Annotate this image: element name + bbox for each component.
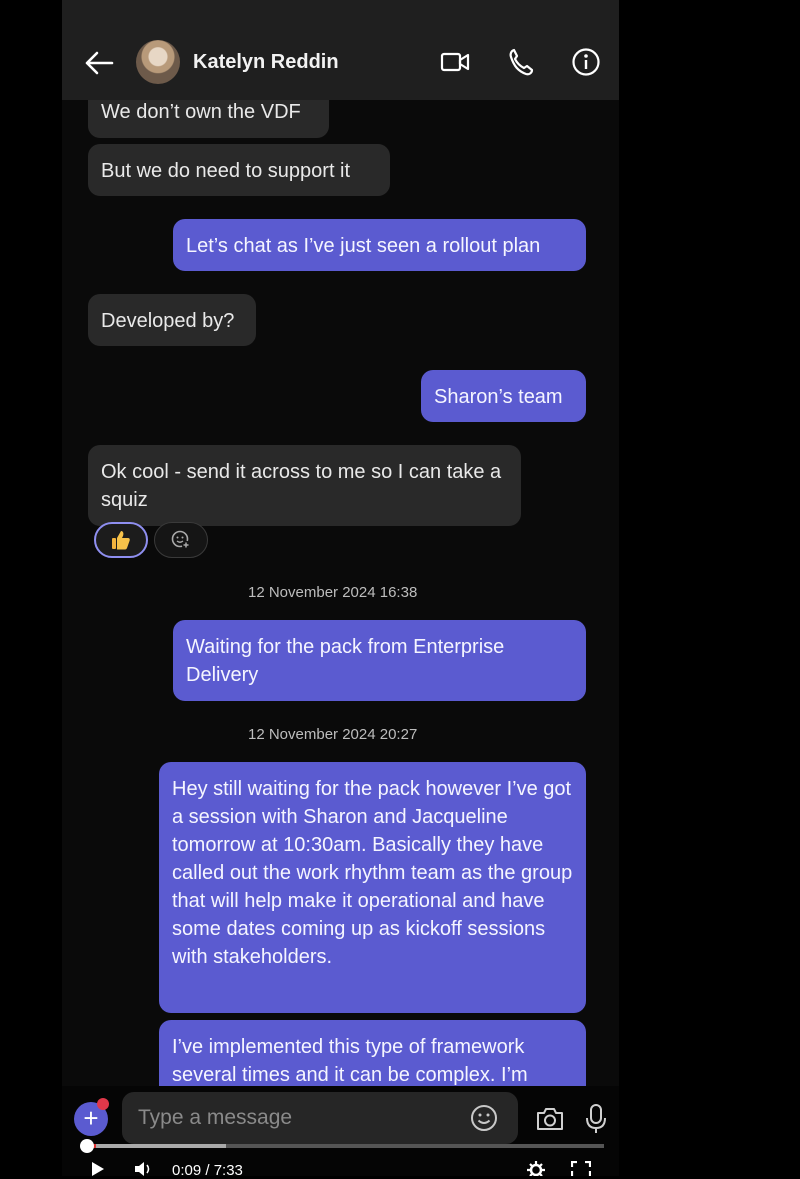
volume-icon[interactable] [134, 1162, 154, 1176]
message-text: We don’t own the VDF [101, 101, 301, 123]
message-text: Hey still waiting for the pack however I… [172, 778, 573, 968]
message-bubble-outgoing[interactable]: Hey still waiting for the pack however I… [159, 762, 586, 1013]
message-bubble-outgoing[interactable]: Sharon’s team [421, 370, 586, 422]
phone-call-icon[interactable] [506, 47, 536, 77]
back-arrow-icon[interactable] [84, 48, 114, 78]
contact-name[interactable]: Katelyn Reddin [193, 51, 339, 74]
message-text: Waiting for the pack from Enterprise Del… [186, 636, 505, 686]
thumbs-up-icon [112, 531, 130, 550]
timestamp: 12 November 2024 20:27 [248, 726, 418, 743]
message-input[interactable] [122, 1092, 518, 1144]
message-bubble-incoming[interactable]: But we do need to support it [88, 144, 390, 196]
message-text: Ok cool - send it across to me so I can … [101, 461, 502, 511]
chat-header: Katelyn Reddin [62, 0, 619, 100]
microphone-icon[interactable] [584, 1103, 608, 1135]
message-text: Sharon’s team [434, 386, 563, 408]
message-text: Let’s chat as I’ve just seen a rollout p… [186, 235, 541, 257]
message-bubble-incoming[interactable]: Developed by? [88, 294, 256, 346]
notification-dot [97, 1098, 109, 1110]
settings-gear-icon[interactable] [527, 1161, 545, 1176]
avatar[interactable] [136, 40, 180, 84]
video-call-icon[interactable] [440, 47, 470, 77]
message-bubble-incoming[interactable]: Ok cool - send it across to me so I can … [88, 445, 521, 526]
add-reaction-icon [171, 530, 191, 550]
fullscreen-icon[interactable] [571, 1161, 591, 1176]
reaction-thumbs-up[interactable] [94, 522, 148, 558]
add-reaction-button[interactable] [154, 522, 208, 558]
info-icon[interactable] [571, 47, 601, 77]
video-buffer-bar [86, 1144, 226, 1148]
timestamp: 12 November 2024 16:38 [248, 584, 418, 601]
camera-icon[interactable] [535, 1105, 565, 1133]
message-text: I’ve implemented this type of framework … [172, 1036, 528, 1086]
message-bubble-outgoing[interactable]: Waiting for the pack from Enterprise Del… [173, 620, 586, 701]
emoji-icon[interactable] [469, 1103, 499, 1133]
message-text: But we do need to support it [101, 160, 351, 182]
play-icon[interactable] [90, 1162, 106, 1176]
message-bubble-outgoing[interactable]: Let’s chat as I’ve just seen a rollout p… [173, 219, 586, 271]
video-time-readout: 0:09 / 7:33 [172, 1162, 243, 1179]
video-scrubber-handle[interactable] [80, 1139, 94, 1153]
message-text: Developed by? [101, 310, 235, 332]
